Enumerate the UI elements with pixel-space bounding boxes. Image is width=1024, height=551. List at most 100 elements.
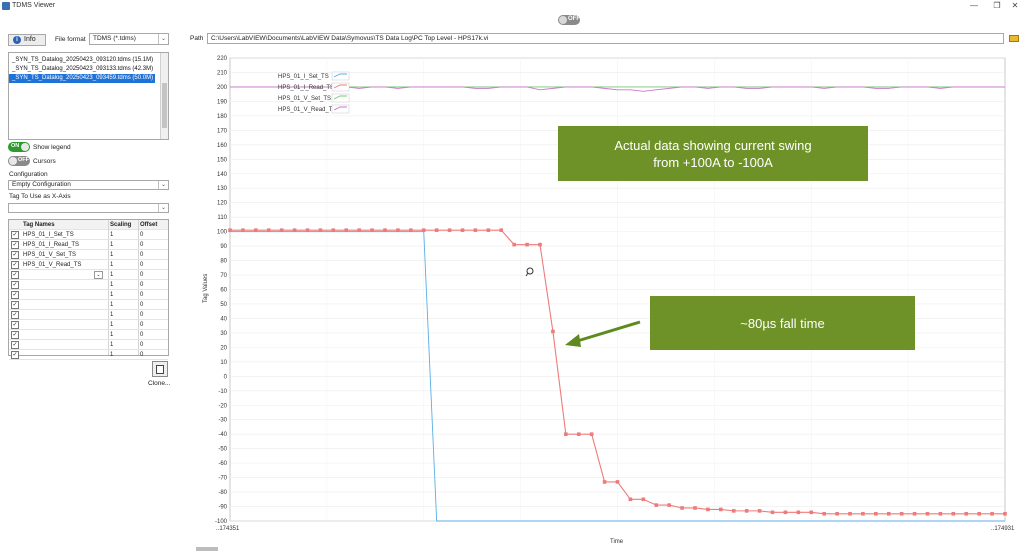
tag-checkbox[interactable]: ✓ bbox=[11, 281, 19, 289]
offset-cell[interactable]: 0 bbox=[140, 260, 168, 270]
toggle-knob bbox=[9, 157, 17, 165]
series-point-i-read bbox=[783, 510, 788, 515]
tag-checkbox[interactable]: ✓ bbox=[11, 241, 19, 249]
tag-name-cell[interactable]: HPS_01_V_Set_TS bbox=[23, 250, 108, 260]
tag-checkbox[interactable]: ✓ bbox=[11, 291, 19, 299]
tag-table-row[interactable]: ✓ 1 0 bbox=[9, 340, 168, 350]
scaling-cell[interactable]: 1 bbox=[110, 270, 140, 280]
chevron-down-icon[interactable]: ⌄ bbox=[158, 181, 168, 189]
scaling-cell[interactable]: 1 bbox=[110, 330, 140, 340]
tag-table-row[interactable]: ✓ HPS_01_I_Set_TS 1 0 bbox=[9, 230, 168, 240]
offset-cell[interactable]: 0 bbox=[140, 340, 168, 350]
file-list[interactable]: _SYN_TS_Datalog_20250423_093120.tdms (15… bbox=[8, 52, 169, 140]
offset-cell[interactable]: 0 bbox=[140, 240, 168, 250]
configuration-label: Configuration bbox=[9, 171, 48, 178]
scaling-cell[interactable]: 1 bbox=[110, 340, 140, 350]
scaling-cell[interactable]: 1 bbox=[110, 310, 140, 320]
file-item-selected[interactable]: _SYN_TS_Datalog_20250423_093459.tdms (50… bbox=[9, 74, 155, 83]
tag-name-cell[interactable]: HPS_01_I_Read_TS bbox=[23, 240, 108, 250]
chevron-down-icon[interactable]: ⌄ bbox=[158, 204, 168, 212]
series-point-i-read bbox=[254, 228, 258, 232]
file-item[interactable]: _SYN_TS_Datalog_20250423_093120.tdms (15… bbox=[9, 56, 168, 65]
scaling-cell[interactable]: 1 bbox=[110, 260, 140, 270]
file-list-scrollbar[interactable] bbox=[160, 53, 168, 139]
series-point-i-read bbox=[421, 228, 426, 232]
series-point-i-read bbox=[861, 511, 865, 516]
info-button[interactable]: i Info bbox=[8, 34, 46, 46]
tag-checkbox[interactable]: ✓ bbox=[11, 341, 19, 349]
series-point-i-read bbox=[344, 228, 349, 232]
info-button-label: Info bbox=[24, 36, 36, 43]
series-point-i-read bbox=[266, 228, 271, 232]
tag-table-row[interactable]: ✓ 1 0 bbox=[9, 300, 168, 310]
tag-checkbox[interactable]: ✓ bbox=[11, 351, 19, 359]
offset-cell[interactable]: 0 bbox=[140, 250, 168, 260]
series-point-i-read bbox=[731, 509, 736, 513]
tag-checkbox[interactable]: ✓ bbox=[11, 321, 19, 329]
tag-table-row[interactable]: ✓ HPS_01_I_Read_TS 1 0 bbox=[9, 240, 168, 250]
tag-table-row[interactable]: ✓ 1 0 bbox=[9, 330, 168, 340]
scaling-cell[interactable]: 1 bbox=[110, 280, 140, 290]
tag-table-row[interactable]: ✓ 1 0 ⌄ bbox=[9, 270, 168, 280]
offset-cell[interactable]: 0 bbox=[140, 290, 168, 300]
header-scaling: Scaling bbox=[110, 222, 132, 228]
offset-cell[interactable]: 0 bbox=[140, 320, 168, 330]
offset-cell[interactable]: 0 bbox=[140, 270, 168, 280]
scaling-cell[interactable]: 1 bbox=[110, 300, 140, 310]
offset-cell[interactable]: 0 bbox=[140, 230, 168, 240]
tag-table-row[interactable]: ✓ 1 0 bbox=[9, 290, 168, 300]
offset-cell[interactable]: 0 bbox=[140, 300, 168, 310]
offset-cell[interactable]: 0 bbox=[140, 330, 168, 340]
close-button[interactable]: ✕ bbox=[1006, 0, 1024, 12]
cursors-toggle[interactable]: OFF bbox=[8, 156, 30, 166]
tag-table-row[interactable]: ✓ 1 0 bbox=[9, 280, 168, 290]
top-toggle-switch[interactable]: OFF bbox=[558, 15, 580, 25]
offset-cell[interactable]: 0 bbox=[140, 280, 168, 290]
offset-cell[interactable]: 0 bbox=[140, 350, 168, 360]
tag-table-row[interactable]: ✓ 1 0 bbox=[9, 350, 168, 360]
tag-checkbox[interactable]: ✓ bbox=[11, 271, 19, 279]
scaling-cell[interactable]: 1 bbox=[110, 290, 140, 300]
offset-cell[interactable]: 0 bbox=[140, 310, 168, 320]
minimize-button[interactable]: — bbox=[965, 0, 983, 12]
series-point-i-read bbox=[383, 228, 387, 232]
tag-name-cell[interactable]: HPS_01_I_Set_TS bbox=[23, 230, 108, 240]
series-point-i-read bbox=[512, 242, 516, 247]
chevron-down-icon[interactable]: ⌄ bbox=[158, 34, 168, 44]
scaling-cell[interactable]: 1 bbox=[110, 240, 140, 250]
scaling-cell[interactable]: 1 bbox=[110, 250, 140, 260]
chevron-down-icon[interactable]: ⌄ bbox=[94, 271, 103, 279]
maximize-button[interactable]: ❐ bbox=[988, 0, 1006, 12]
tag-table-row[interactable]: ✓ 1 0 bbox=[9, 310, 168, 320]
tag-table-row[interactable]: ✓ HPS_01_V_Set_TS 1 0 bbox=[9, 250, 168, 260]
configuration-select[interactable]: Empty Configuration ⌄ bbox=[8, 180, 169, 190]
scaling-cell[interactable]: 1 bbox=[110, 350, 140, 360]
tag-table-row[interactable]: ✓ HPS_01_V_Read_TS 1 0 bbox=[9, 260, 168, 270]
scaling-cell[interactable]: 1 bbox=[110, 230, 140, 240]
y-tick-label: 200 bbox=[217, 85, 228, 91]
y-tick-label: 90 bbox=[220, 244, 227, 250]
tag-checkbox[interactable]: ✓ bbox=[11, 331, 19, 339]
y-tick-label: 220 bbox=[217, 56, 228, 62]
y-tick-label: -60 bbox=[218, 461, 227, 467]
path-input[interactable]: C:\Users\LabVIEW\Documents\LabVIEW Data\… bbox=[207, 33, 1004, 44]
tag-checkbox[interactable]: ✓ bbox=[11, 301, 19, 309]
file-item[interactable]: _SYN_TS_Datalog_20250423_093133.tdms (42… bbox=[9, 65, 168, 74]
tag-name-cell[interactable]: HPS_01_V_Read_TS bbox=[23, 260, 108, 270]
tag-checkbox[interactable]: ✓ bbox=[11, 251, 19, 259]
clone-button[interactable] bbox=[152, 361, 168, 377]
y-tick-label: 150 bbox=[217, 157, 228, 163]
file-format-select[interactable]: TDMS (*.tdms) ⌄ bbox=[89, 33, 169, 45]
scaling-cell[interactable]: 1 bbox=[110, 320, 140, 330]
y-tick-label: -50 bbox=[218, 447, 227, 453]
xaxis-tag-select[interactable]: ⌄ bbox=[8, 203, 169, 213]
tag-checkbox[interactable]: ✓ bbox=[11, 311, 19, 319]
browse-folder-button[interactable] bbox=[1007, 33, 1021, 44]
show-legend-toggle[interactable]: ON bbox=[8, 142, 30, 152]
series-point-i-read bbox=[370, 228, 374, 232]
tag-table-row[interactable]: ✓ 1 0 bbox=[9, 320, 168, 330]
show-legend-label: Show legend bbox=[33, 144, 71, 151]
tag-checkbox[interactable]: ✓ bbox=[11, 231, 19, 239]
scrollbar-thumb[interactable] bbox=[162, 83, 167, 128]
tag-checkbox[interactable]: ✓ bbox=[11, 261, 19, 269]
